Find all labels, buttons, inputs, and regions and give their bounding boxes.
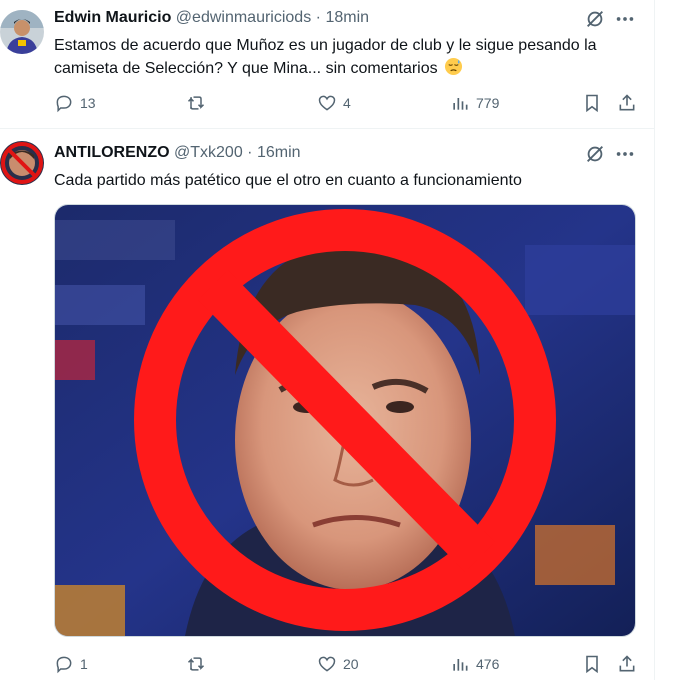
tweet-text-body: Cada partido más patético que el otro en…: [54, 172, 522, 189]
like-button[interactable]: 20: [317, 653, 359, 675]
avatar[interactable]: [0, 141, 44, 185]
reply-button[interactable]: 1: [54, 653, 88, 675]
downcast-face-with-sweat-icon: [444, 57, 463, 76]
author-name[interactable]: Edwin Mauricio: [54, 9, 171, 26]
reply-icon: [56, 656, 72, 674]
tweet-media-image[interactable]: [54, 204, 636, 637]
timeline-right-border: [654, 0, 655, 680]
retweet-icon: [187, 96, 205, 110]
tweet-header: ANTILORENZO @Txk200 · 16min: [54, 143, 301, 163]
bookmark-icon: [586, 94, 598, 113]
timestamp[interactable]: 18min: [325, 9, 369, 26]
retweet-button[interactable]: [186, 653, 212, 675]
bookmark-button[interactable]: [582, 92, 602, 114]
tweet-edwin-mauricio[interactable]: Edwin Mauricio @edwinmauriciods · 18min …: [0, 0, 654, 129]
views-count: 476: [476, 656, 500, 672]
author-name[interactable]: ANTILORENZO: [54, 144, 170, 161]
separator-dot: ·: [315, 9, 321, 26]
tweet-text: Cada partido más patético que el otro en…: [54, 169, 644, 192]
views-count: 779: [476, 95, 500, 111]
share-button[interactable]: [617, 92, 637, 114]
tweet-antilorenzo[interactable]: ANTILORENZO @Txk200 · 16min Cada partido…: [0, 129, 654, 680]
avatar[interactable]: [0, 10, 44, 54]
like-count: 20: [343, 656, 359, 672]
grok-icon[interactable]: [584, 143, 606, 165]
views-button[interactable]: 779: [450, 92, 499, 114]
reply-icon: [56, 95, 72, 113]
retweet-button[interactable]: [186, 92, 212, 114]
tweet-actions: 1 20 476: [54, 653, 644, 675]
reply-count: 13: [80, 95, 96, 111]
share-icon: [619, 94, 635, 111]
reply-count: 1: [80, 656, 88, 672]
more-icon[interactable]: [614, 143, 636, 165]
views-icon: [453, 659, 468, 671]
share-button[interactable]: [617, 653, 637, 675]
like-icon: [318, 95, 336, 111]
share-icon: [619, 655, 635, 672]
author-handle[interactable]: @edwinmauriciods: [176, 9, 311, 26]
like-button[interactable]: 4: [317, 92, 351, 114]
grok-icon[interactable]: [584, 8, 606, 30]
bookmark-icon: [586, 655, 598, 674]
tweet-text: Estamos de acuerdo que Muñoz es un jugad…: [54, 34, 644, 80]
like-icon: [318, 656, 336, 672]
more-icon[interactable]: [614, 8, 636, 30]
author-handle[interactable]: @Txk200: [174, 144, 243, 161]
like-count: 4: [343, 95, 351, 111]
timestamp[interactable]: 16min: [257, 144, 301, 161]
tweet-actions: 13 4 779: [54, 92, 644, 114]
reply-button[interactable]: 13: [54, 92, 96, 114]
views-button[interactable]: 476: [450, 653, 499, 675]
retweet-icon: [187, 657, 205, 671]
bookmark-button[interactable]: [582, 653, 602, 675]
tweet-text-body: Estamos de acuerdo que Muñoz es un jugad…: [54, 37, 597, 77]
tweet-header: Edwin Mauricio @edwinmauriciods · 18min: [54, 8, 369, 28]
views-icon: [453, 98, 468, 110]
separator-dot: ·: [247, 144, 253, 161]
